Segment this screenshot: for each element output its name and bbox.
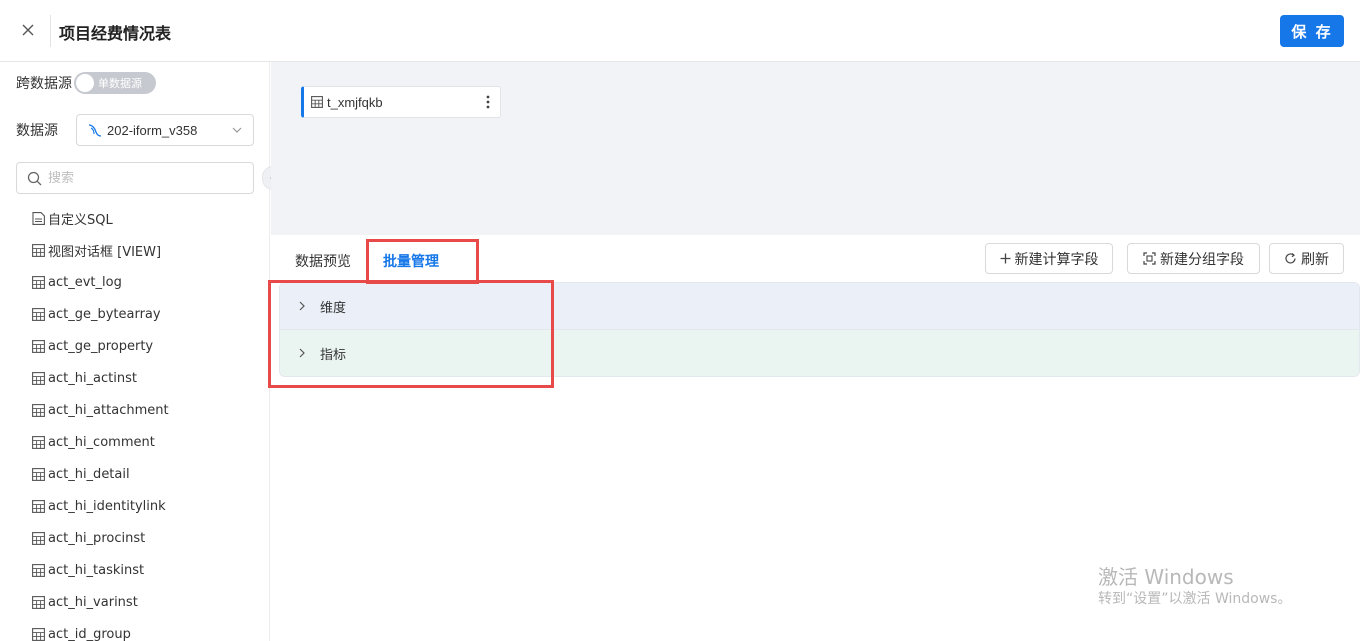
sidebar-table-item[interactable]: act_ge_bytearray xyxy=(32,298,262,330)
datasource-select[interactable]: 202-iform_v358 xyxy=(76,114,254,146)
field-sections: 维度 指标 xyxy=(279,282,1360,377)
sidebar-table-label: 视图对话框 [VIEW] xyxy=(48,244,162,260)
sidebar-table-label: act_hi_varinst xyxy=(48,594,138,610)
refresh-label: 刷新 xyxy=(1301,251,1329,268)
sidebar-table-label: act_hi_identitylink xyxy=(48,498,166,514)
search-box xyxy=(16,162,254,194)
chevron-down-icon xyxy=(232,127,242,133)
table-icon xyxy=(32,595,45,609)
table-icon xyxy=(32,339,45,353)
more-vertical-icon[interactable] xyxy=(486,95,490,109)
table-icon xyxy=(32,371,45,385)
cross-source-label: 跨数据源 xyxy=(16,76,72,92)
close-button[interactable] xyxy=(16,18,40,42)
table-icon xyxy=(311,96,323,108)
section-metric-label: 指标 xyxy=(320,347,347,363)
datasource-label: 数据源 xyxy=(16,123,58,139)
sidebar-table-label: act_id_group xyxy=(48,626,131,641)
sidebar-table-label: act_evt_log xyxy=(48,274,122,290)
table-icon xyxy=(32,307,45,321)
sidebar-table-item[interactable]: 自定义SQL xyxy=(32,202,262,234)
sidebar-table-label: act_hi_detail xyxy=(48,466,130,482)
sidebar-table-item[interactable]: act_hi_comment xyxy=(32,426,262,458)
sidebar-table-item[interactable]: act_id_group xyxy=(32,618,262,641)
datasource-row: 数据源 202-iform_v358 xyxy=(16,114,254,146)
sidebar-table-item[interactable]: act_evt_log xyxy=(32,266,262,298)
table-card-name: t_xmjfqkb xyxy=(327,94,383,110)
sidebar-table-item[interactable]: act_hi_taskinst xyxy=(32,554,262,586)
sidebar-table-item[interactable]: act_hi_detail xyxy=(32,458,262,490)
new-calc-field-label: 新建计算字段 xyxy=(1014,251,1099,268)
table-icon xyxy=(32,275,45,289)
table-card[interactable]: t_xmjfqkb xyxy=(301,86,501,118)
tab-data-preview[interactable]: 数据预览 xyxy=(295,251,351,271)
new-group-field-label: 新建分组字段 xyxy=(1160,251,1244,268)
sidebar: 跨数据源 单数据源 数据源 202-iform_v358 搜索 自定义SQL 视… xyxy=(0,62,284,641)
save-button[interactable]: 保 存 xyxy=(1280,15,1344,47)
toggle-knob xyxy=(76,74,94,92)
table-icon xyxy=(32,403,45,417)
tab-batch-manage[interactable]: 批量管理 xyxy=(383,251,439,271)
section-dimension[interactable]: 维度 xyxy=(280,283,1359,330)
header-divider xyxy=(50,15,51,47)
sidebar-table-item[interactable]: act_hi_attachment xyxy=(32,394,262,426)
sidebar-table-item[interactable]: act_hi_actinst xyxy=(32,362,262,394)
group-icon xyxy=(1143,252,1156,265)
watermark-title: 激活 Windows xyxy=(1098,565,1234,589)
chevron-right-icon xyxy=(299,301,305,311)
table-list: 自定义SQL 视图对话框 [VIEW] act_evt_log act_ge_byte… xyxy=(32,202,262,641)
close-icon xyxy=(22,24,34,36)
table-icon xyxy=(32,627,45,641)
sidebar-table-item[interactable]: act_hi_procinst xyxy=(32,522,262,554)
sidebar-table-label: act_hi_taskinst xyxy=(48,562,145,578)
table-icon xyxy=(32,243,45,257)
sidebar-table-label: act_hi_attachment xyxy=(48,402,169,418)
sidebar-table-item[interactable]: act_ge_property xyxy=(32,330,262,362)
cross-source-row: 跨数据源 单数据源 xyxy=(16,72,156,94)
sidebar-table-item[interactable]: act_hi_varinst xyxy=(32,586,262,618)
section-metric[interactable]: 指标 xyxy=(280,330,1359,376)
sql-icon xyxy=(32,211,45,225)
refresh-icon xyxy=(1285,253,1296,264)
table-icon xyxy=(32,563,45,577)
sidebar-table-label: 自定义SQL xyxy=(48,212,113,228)
sidebar-table-label: act_ge_bytearray xyxy=(48,306,161,322)
new-group-field-button[interactable]: 新建分组字段 xyxy=(1127,243,1260,274)
page-title: 项目经费情况表 xyxy=(59,24,172,43)
sidebar-table-label: act_hi_comment xyxy=(48,434,155,450)
plus-icon xyxy=(1000,253,1010,264)
datasource-mode-toggle[interactable]: 单数据源 xyxy=(74,72,156,94)
sidebar-table-label: act_hi_actinst xyxy=(48,370,137,386)
header: 项目经费情况表 保 存 xyxy=(0,0,1360,62)
sidebar-table-item[interactable]: act_hi_identitylink xyxy=(32,490,262,522)
section-dimension-label: 维度 xyxy=(320,300,347,316)
model-canvas: t_xmjfqkb xyxy=(271,62,1360,235)
app-root: 项目经费情况表 保 存 跨数据源 单数据源 数据源 202-iform_v358 xyxy=(0,0,1360,641)
new-calc-field-button[interactable]: 新建计算字段 xyxy=(985,243,1113,274)
datasource-value: 202-iform_v358 xyxy=(107,122,198,138)
search-input[interactable] xyxy=(48,170,238,186)
chevron-right-icon xyxy=(299,348,305,358)
table-icon xyxy=(32,435,45,449)
toggle-text: 单数据源 xyxy=(98,77,142,90)
table-icon xyxy=(32,531,45,545)
table-icon xyxy=(32,467,45,481)
mysql-icon xyxy=(88,124,102,137)
sidebar-table-item[interactable]: 视图对话框 [VIEW] xyxy=(32,234,262,266)
table-icon xyxy=(32,499,45,513)
sidebar-table-label: act_hi_procinst xyxy=(48,530,146,546)
search-icon xyxy=(27,171,42,185)
watermark-subtitle: 转到“设置”以激活 Windows。 xyxy=(1098,591,1292,607)
refresh-button[interactable]: 刷新 xyxy=(1269,243,1344,274)
sidebar-table-label: act_ge_property xyxy=(48,338,154,354)
